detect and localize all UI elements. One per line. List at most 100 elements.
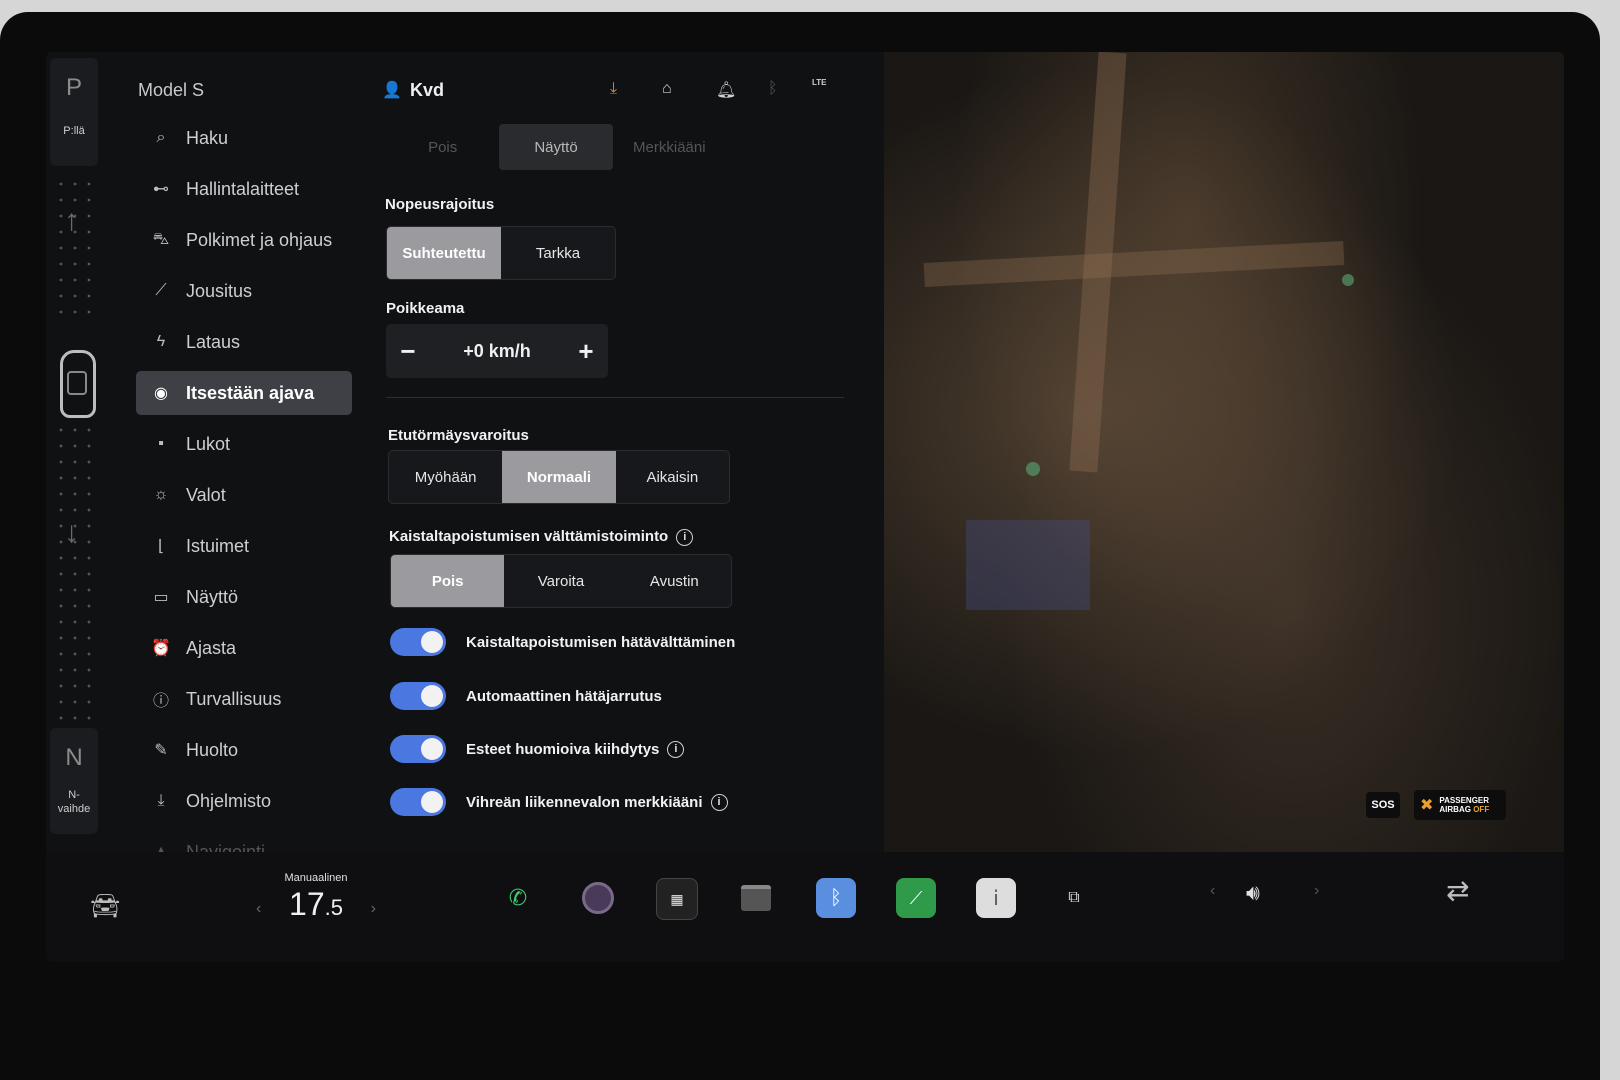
- climate-control[interactable]: Manuaalinen 17.5 ‹ ›: [256, 872, 376, 923]
- volume-down-icon[interactable]: ‹: [1210, 882, 1215, 900]
- toggle-icon: ⊷: [153, 181, 169, 198]
- toggle-knob: [421, 791, 443, 813]
- offset-value: +0 km/h: [463, 340, 531, 361]
- park-gear-button[interactable]: P P:llä: [50, 58, 98, 166]
- sidebar-item-service[interactable]: ✎ Huolto: [136, 728, 352, 772]
- spanner-icon: ✎: [154, 742, 168, 759]
- obstacle-aware-acceleration-row: Esteet huomioiva kiihdytys i: [390, 735, 685, 763]
- fcw-late[interactable]: Myöhään: [389, 451, 502, 503]
- emergency-lane-departure-row: Kaistaltapoistumisen hätävälttäminen: [390, 628, 735, 656]
- fcw-selector: Myöhään Normaali Aikaisin: [388, 450, 730, 504]
- offset-label: Poikkeama: [386, 300, 465, 317]
- sidebar-item-seats[interactable]: ⌊ Istuimet: [136, 524, 352, 568]
- fcw-normal[interactable]: Normaali: [502, 451, 616, 503]
- apps-launcher-icon[interactable]: ▦: [656, 878, 698, 920]
- sidebar-item-safety[interactable]: ⓘ Turvallisuus: [136, 677, 352, 721]
- speed-limit-selector: Suhteutettu Tarkka: [386, 226, 616, 280]
- airbag-icon: ✖: [1420, 797, 1434, 814]
- download-icon[interactable]: ⤓: [610, 80, 617, 98]
- sidebar-item-charging[interactable]: ϟ Lataus: [136, 320, 352, 364]
- display-icon: ▭: [153, 589, 169, 606]
- temp-decrease-icon[interactable]: ‹: [256, 900, 261, 918]
- sidebar-item-autopilot[interactable]: ◉ Itsestään ajava: [136, 371, 352, 415]
- lane-departure-selector: Pois Varoita Avustin: [390, 554, 732, 608]
- tab-display[interactable]: Näyttö: [499, 124, 613, 170]
- sidebar-item-display[interactable]: ▭ Näyttö: [136, 575, 352, 619]
- gear-drag-track-top[interactable]: [54, 176, 98, 316]
- car-top-view-icon: [60, 350, 96, 418]
- temp-increase-icon[interactable]: ›: [371, 900, 376, 918]
- offset-decrease-button[interactable]: −: [386, 336, 430, 367]
- lane-departure-assist[interactable]: Avustin: [618, 555, 731, 607]
- speed-limit-absolute[interactable]: Tarkka: [501, 227, 615, 279]
- sos-button[interactable]: SOS: [1366, 792, 1400, 818]
- fcw-early[interactable]: Aikaisin: [616, 451, 729, 503]
- bottom-dock: 🚘︎ Manuaalinen 17.5 ‹ › ✆ ▦ ᛒ ⟋ ⅰ ⧉ ‹ 🔊︎…: [46, 852, 1564, 962]
- obstacle-aware-acceleration-info-icon[interactable]: i: [667, 740, 685, 758]
- section-divider: [386, 397, 844, 398]
- obstacle-aware-acceleration-toggle[interactable]: [390, 735, 446, 763]
- sidebar-item-lights[interactable]: ☼ Valot: [136, 473, 352, 517]
- neutral-letter: N: [65, 744, 83, 771]
- toybox-icon[interactable]: ⧉: [1054, 878, 1094, 918]
- sidebar-item-software[interactable]: ⤓ Ohjelmisto: [136, 779, 352, 823]
- climate-mode: Manuaalinen: [284, 872, 348, 884]
- vehicle-model-name: Model S: [138, 80, 205, 100]
- sidebar-item-controls[interactable]: ⊷ Hallintalaitteet: [136, 167, 352, 211]
- lock-icon: ▪: [158, 435, 164, 452]
- manual-icon[interactable]: ⅰ: [976, 878, 1016, 918]
- camera-icon[interactable]: [578, 878, 618, 918]
- swap-icon[interactable]: ⇄: [1446, 874, 1469, 907]
- bluetooth-icon[interactable]: ᛒ: [816, 878, 856, 918]
- fcw-label: Etutörmäysvaroitus: [388, 427, 529, 444]
- tab-chime[interactable]: Merkkiääni: [613, 124, 726, 170]
- touchscreen: P P:llä ↑ ↓ N N-vaihde Model S ⌕ Haku ⊷ Ha…: [46, 52, 1564, 962]
- glovebox-icon[interactable]: [736, 878, 776, 918]
- sidebar-item-locks[interactable]: ▪ Lukot: [136, 422, 352, 466]
- wrench-icon: ⟋: [155, 282, 167, 299]
- sidebar-item-suspension[interactable]: ⟋ Jousitus: [136, 269, 352, 313]
- toggle-knob: [421, 631, 443, 653]
- automatic-emergency-braking-toggle[interactable]: [390, 682, 446, 710]
- tab-off[interactable]: Pois: [386, 124, 499, 170]
- bolt-icon: ϟ: [156, 333, 166, 350]
- green-light-chime-label: Vihreän liikennevalon merkkiääni: [466, 793, 703, 811]
- emergency-lane-departure-toggle[interactable]: [390, 628, 446, 656]
- green-light-chime-info-icon[interactable]: i: [710, 793, 728, 811]
- lane-departure-off[interactable]: Pois: [391, 555, 505, 607]
- lane-departure-warn[interactable]: Varoita: [504, 555, 617, 607]
- download-icon: ⤓: [157, 792, 165, 809]
- gear-drag-track-bottom[interactable]: [54, 422, 98, 722]
- speed-limit-relative[interactable]: Suhteutettu: [387, 227, 501, 279]
- neutral-gear-button[interactable]: N N-vaihde: [50, 728, 98, 834]
- homelink-icon[interactable]: ⌂: [662, 80, 672, 98]
- offset-increase-button[interactable]: +: [564, 336, 608, 367]
- stocks-icon[interactable]: ⟋: [896, 878, 936, 918]
- green-light-chime-row: Vihreän liikennevalon merkkiääni i: [390, 788, 728, 816]
- green-light-chime-toggle[interactable]: [390, 788, 446, 816]
- phone-icon[interactable]: ✆: [498, 878, 538, 918]
- alert-circle-icon: ⓘ: [152, 693, 169, 710]
- sidebar-item-pedals-steering[interactable]: ⛍ Polkimet ja ohjaus: [136, 218, 352, 262]
- alarm-clock-icon: ⏰: [151, 640, 171, 657]
- profile-name[interactable]: Kvd: [410, 80, 444, 101]
- car-icon: ⛍: [152, 231, 170, 248]
- automatic-emergency-braking-row: Automaattinen hätäjarrutus: [390, 682, 662, 710]
- car-icon[interactable]: 🚘︎: [90, 892, 120, 921]
- search-icon: ⌕: [156, 129, 166, 146]
- lane-departure-info-icon[interactable]: i: [676, 528, 694, 546]
- lte-signal-icon: LTE: [812, 78, 827, 87]
- map-view[interactable]: SOS ✖ PASSENGER AIRBAG OFF: [884, 52, 1564, 852]
- volume-icon[interactable]: 🔊︎: [1246, 880, 1260, 906]
- automatic-emergency-braking-label: Automaattinen hätäjarrutus: [466, 687, 662, 705]
- sidebar-item-search[interactable]: ⌕ Haku: [136, 116, 352, 160]
- seat-icon: ⌊: [157, 538, 165, 555]
- map-poi-marker: [1342, 274, 1354, 286]
- bell-icon[interactable]: 🔔︎: [716, 80, 736, 100]
- neutral-label: N-vaihde: [57, 789, 91, 815]
- bluetooth-icon[interactable]: ᛒ: [768, 80, 778, 98]
- user-icon: 👤: [382, 82, 402, 99]
- sidebar-item-schedule[interactable]: ⏰ Ajasta: [136, 626, 352, 670]
- obstacle-aware-acceleration-label: Esteet huomioiva kiihdytys: [466, 740, 660, 758]
- volume-up-icon[interactable]: ›: [1314, 882, 1319, 900]
